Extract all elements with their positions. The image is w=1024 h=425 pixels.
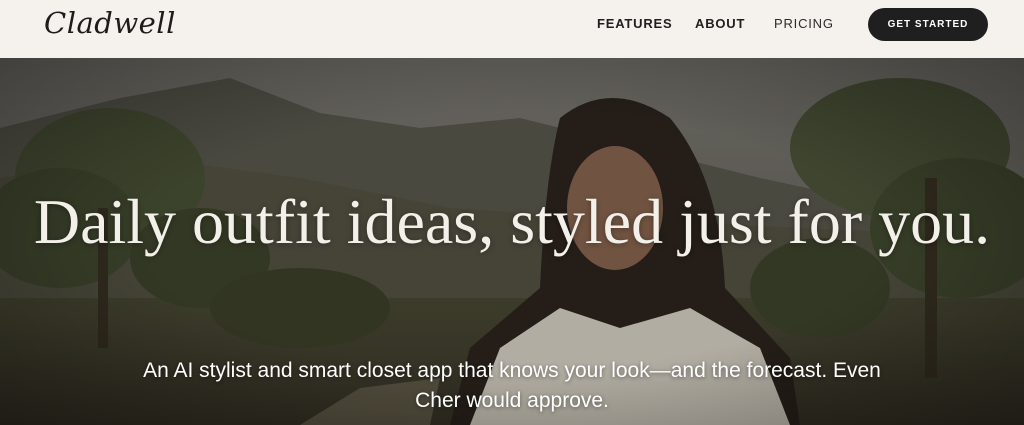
hero-subheadline: An AI stylist and smart closet app that … — [143, 359, 881, 412]
hero-section: Daily outfit ideas, styled just for you.… — [0, 58, 1024, 425]
get-started-button[interactable]: GET STARTED — [868, 8, 988, 41]
nav-link-pricing[interactable]: PRICING — [774, 16, 834, 31]
nav-link-about[interactable]: ABOUT — [695, 16, 745, 31]
top-nav-bar: Cladwell FEATURES ABOUT PRICING GET STAR… — [0, 0, 1024, 58]
hero-headline: Daily outfit ideas, styled just for you. — [33, 186, 991, 257]
nav-link-features[interactable]: FEATURES — [597, 16, 673, 31]
brand-logo[interactable]: Cladwell — [44, 6, 176, 40]
